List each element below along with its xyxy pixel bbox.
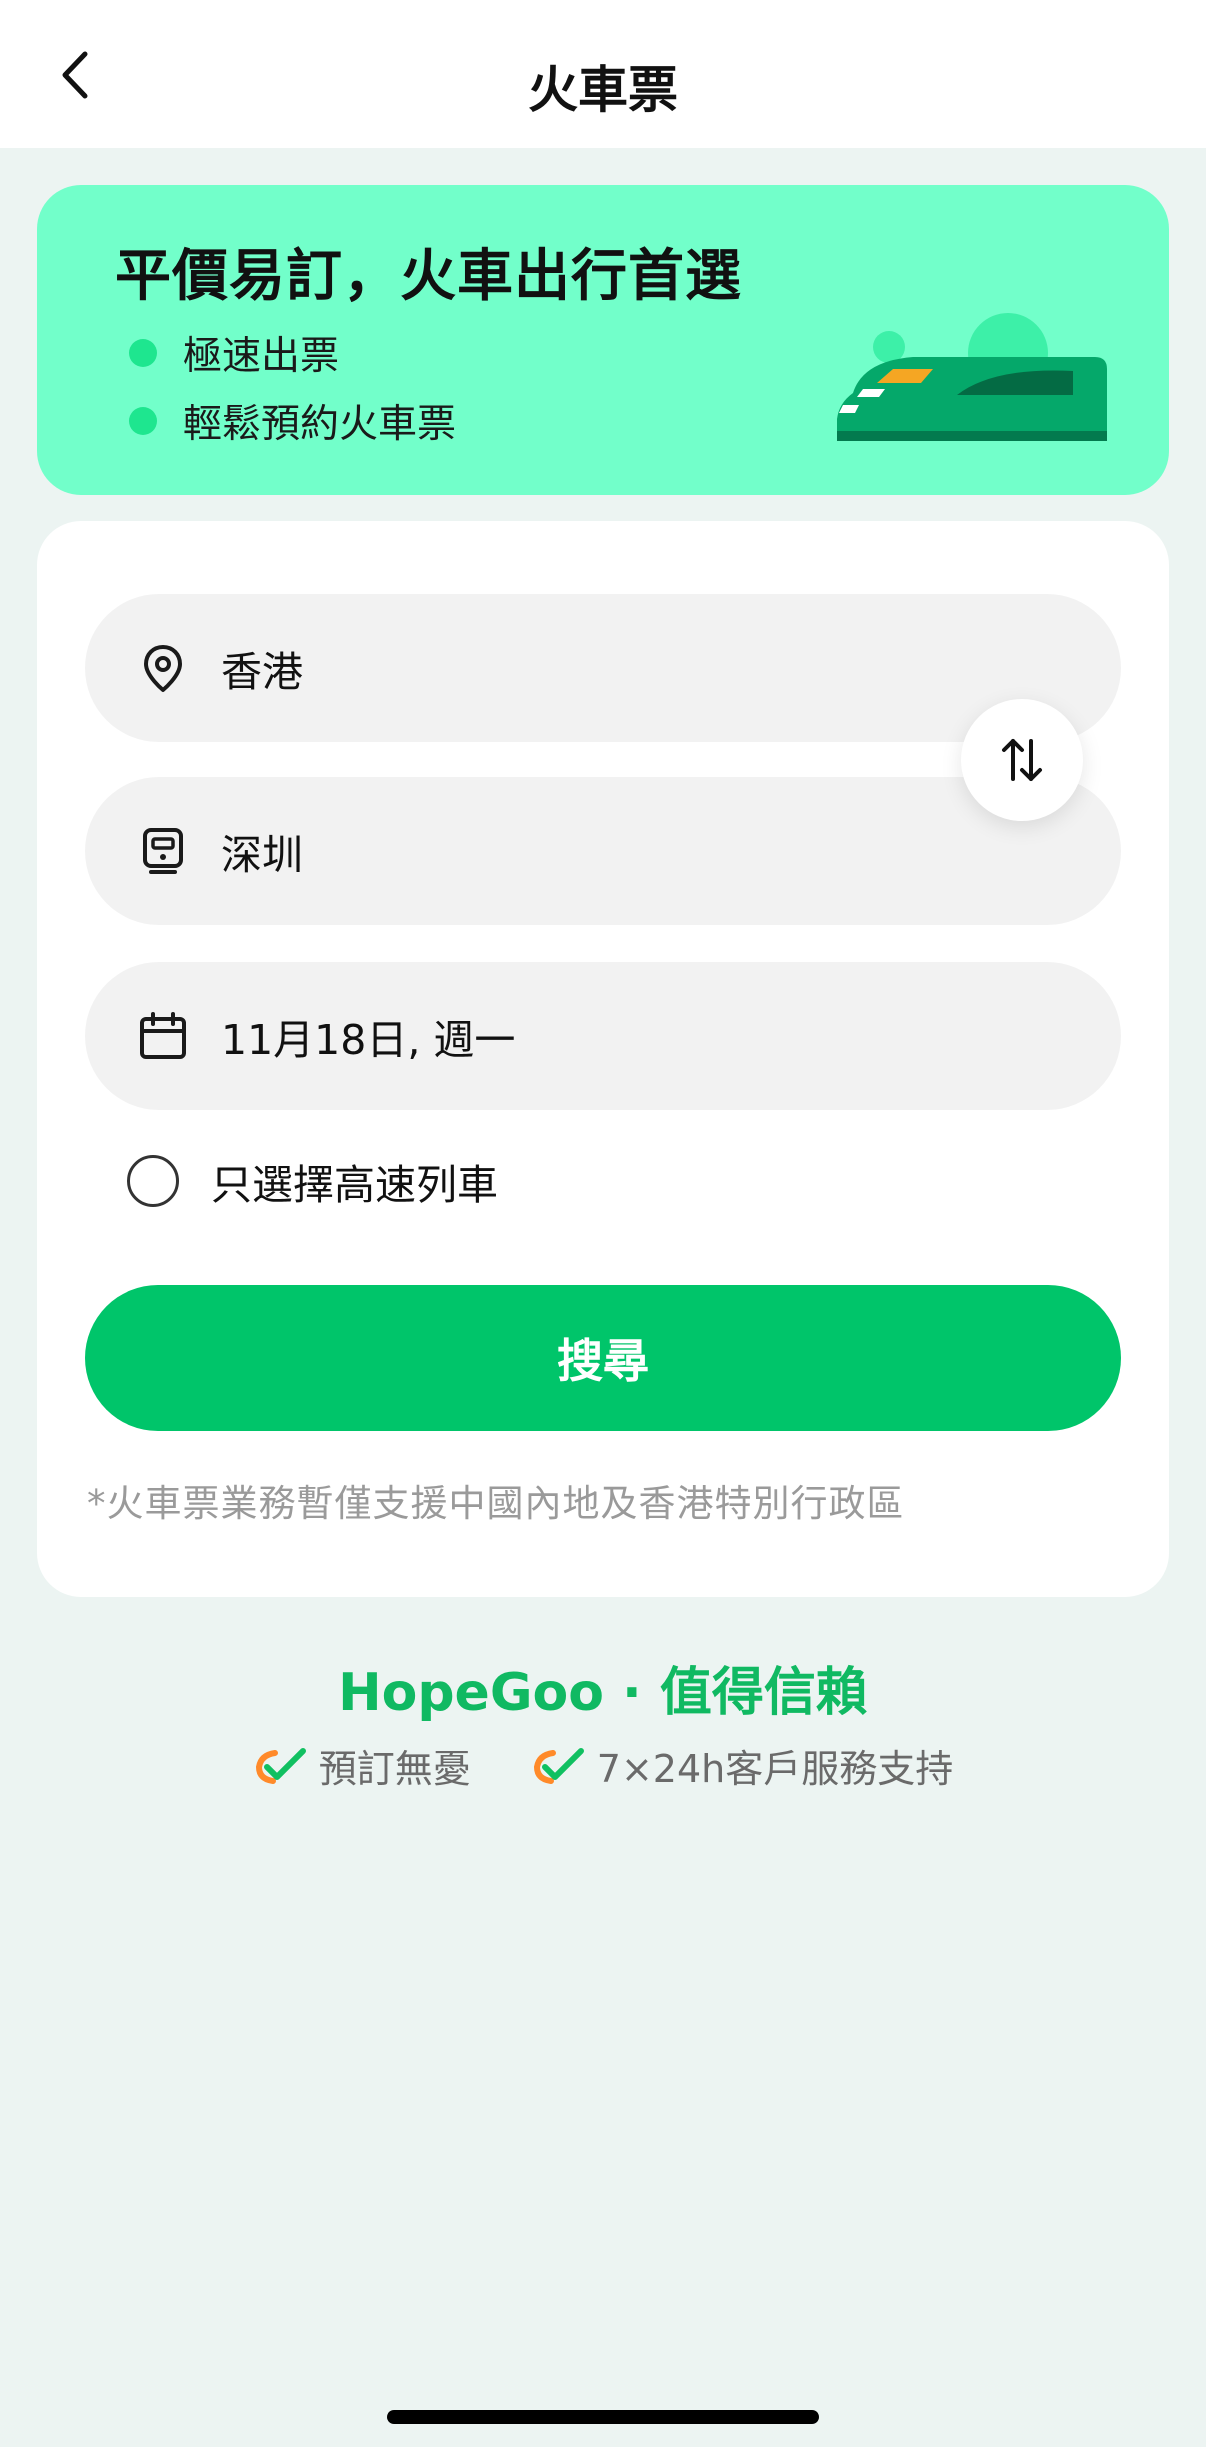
- destination-field[interactable]: 深圳: [85, 777, 1121, 925]
- date-value: 11月18日, 週一: [221, 1016, 516, 1064]
- promo-banner: 平價易訂，火車出行首選 極速出票 輕鬆預約火車票: [37, 185, 1169, 495]
- search-form-card: 香港 深圳 11月18日, 週一 只選擇高速列車 搜尋 *火車票業務暫僅支援中國…: [37, 521, 1169, 1597]
- location-pin-icon: [137, 642, 189, 694]
- top-nav-bar: 火車票: [0, 0, 1206, 148]
- origin-value: 香港: [221, 648, 303, 696]
- train-illustration-icon: [837, 313, 1107, 441]
- check-icon: [255, 1747, 306, 1784]
- trust-badges: 預訂無憂 7×24h客戶服務支持: [0, 1738, 1206, 1793]
- high-speed-only-option[interactable]: 只選擇高速列車: [127, 1151, 498, 1211]
- home-indicator[interactable]: [387, 2410, 819, 2424]
- trust-item-label: 預訂無憂: [318, 1747, 471, 1791]
- trust-item-label: 7×24h客戶服務支持: [596, 1747, 954, 1791]
- service-scope-note: *火車票業務暫僅支援中國內地及香港特別行政區: [87, 1482, 905, 1525]
- page-title: 火車票: [528, 61, 678, 119]
- trust-title: HopeGoo · 值得信賴: [338, 1663, 868, 1723]
- banner-bullet: 極速出票: [129, 325, 339, 381]
- search-button[interactable]: 搜尋: [85, 1285, 1121, 1431]
- banner-title: 平價易訂，火車出行首選: [115, 244, 742, 309]
- banner-bullet-label: 輕鬆預約火車票: [183, 402, 457, 447]
- high-speed-label: 只選擇高速列車: [211, 1161, 498, 1209]
- origin-field[interactable]: 香港: [85, 594, 1121, 742]
- destination-value: 深圳: [221, 831, 303, 879]
- trust-item: 7×24h客戶服務支持: [531, 1738, 953, 1793]
- banner-bullet: 輕鬆預約火車票: [129, 393, 456, 449]
- swap-arrows-icon: [1002, 739, 1042, 781]
- bullet-dot-icon: [129, 339, 157, 367]
- check-icon: [533, 1747, 584, 1784]
- high-speed-radio[interactable]: [127, 1155, 179, 1207]
- calendar-icon: [137, 1010, 189, 1062]
- date-field[interactable]: 11月18日, 週一: [85, 962, 1121, 1110]
- banner-bullet-label: 極速出票: [183, 334, 340, 379]
- bullet-dot-icon: [129, 407, 157, 435]
- trust-item: 預訂無憂: [253, 1738, 471, 1793]
- train-icon: [137, 825, 189, 877]
- swap-stations-button[interactable]: [961, 699, 1083, 821]
